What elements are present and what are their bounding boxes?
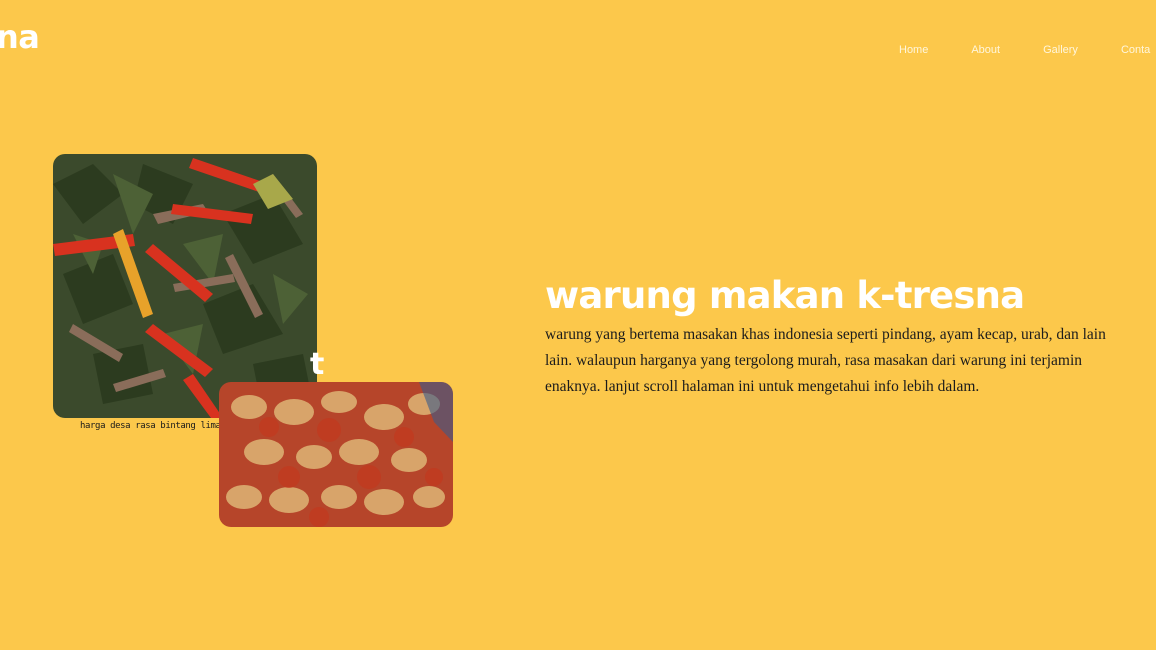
- food-photo-sambal-image: [219, 382, 453, 527]
- overlay-glyph: t: [310, 347, 325, 382]
- nav-gallery-link[interactable]: Gallery: [1043, 44, 1078, 56]
- image-caption: harga desa rasa bintang lima: [80, 421, 221, 431]
- hero-description: warung yang bertema masakan khas indones…: [545, 326, 1106, 395]
- page: na Home About Gallery Conta harga desa r…: [0, 0, 1156, 650]
- food-photo-vegetables: [53, 154, 317, 418]
- site-logo[interactable]: na: [0, 18, 40, 56]
- food-photo-vegetables-image: [53, 154, 317, 418]
- nav-contact-link[interactable]: Conta: [1121, 44, 1150, 56]
- main-nav: Home About Gallery Conta: [899, 44, 1156, 56]
- food-photo-sambal: [219, 382, 453, 527]
- hero-title: warung makan k-tresna: [545, 274, 1025, 317]
- nav-about-link[interactable]: About: [971, 44, 1000, 56]
- nav-home-link[interactable]: Home: [899, 44, 928, 56]
